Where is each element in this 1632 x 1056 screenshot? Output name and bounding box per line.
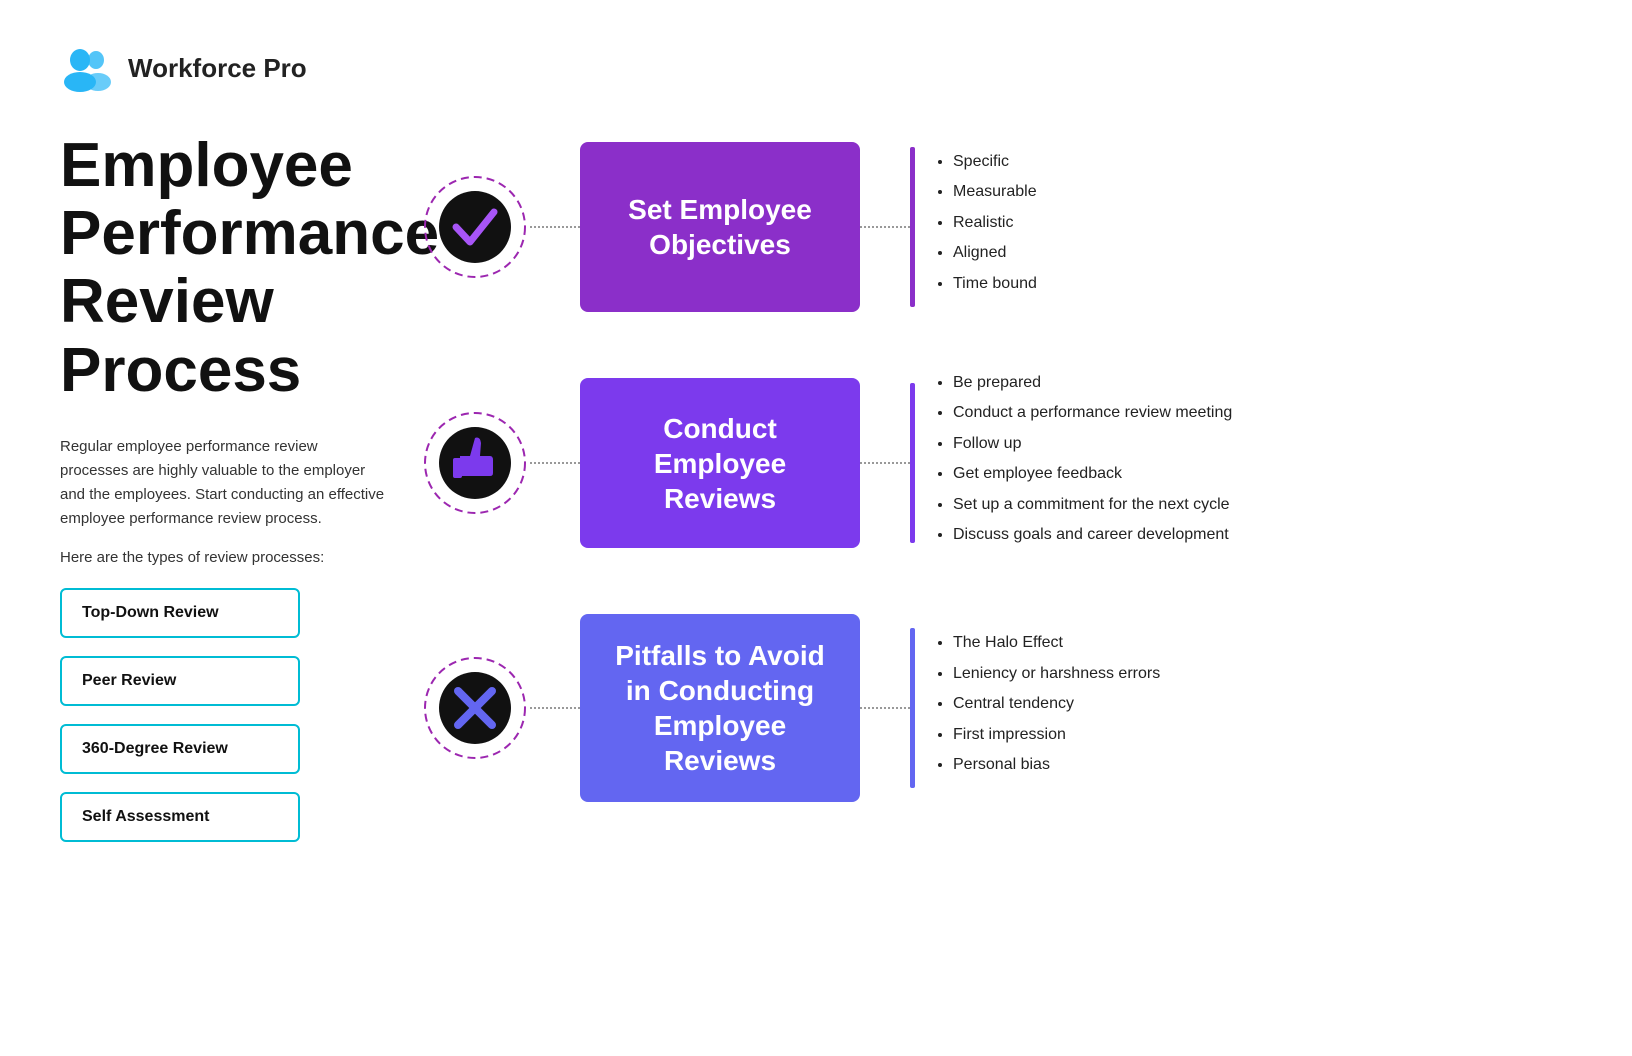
- flow-area: Set Employee Objectives Specific Measura…: [420, 132, 1572, 862]
- self-assessment-button[interactable]: Self Assessment: [60, 792, 300, 842]
- flow-box-label-2: Conduct Employee Reviews: [600, 411, 840, 516]
- list-item: Aligned: [953, 242, 1037, 264]
- list-item: First impression: [953, 724, 1160, 746]
- header: Workforce Pro: [60, 40, 1572, 96]
- content-area: Employee Performance Review Process Regu…: [60, 132, 1572, 862]
- list-item: Be prepared: [953, 372, 1232, 394]
- icon-cross: [420, 653, 530, 763]
- flow-row-2: Conduct Employee Reviews Be prepared Con…: [420, 372, 1572, 554]
- list-item: Leniency or harshness errors: [953, 663, 1160, 685]
- brand-name: Workforce Pro: [128, 53, 307, 84]
- dot-connector-right-1: [860, 226, 910, 228]
- flow-box-2: Conduct Employee Reviews: [580, 378, 860, 548]
- top-down-review-button[interactable]: Top-Down Review: [60, 588, 300, 638]
- list-item: Conduct a performance review meeting: [953, 402, 1232, 424]
- dot-connector-right-2: [860, 462, 910, 464]
- page-title: Employee Performance Review Process: [60, 132, 390, 405]
- logo-icon: [60, 40, 116, 96]
- flow-box-label-1: Set Employee Objectives: [600, 192, 840, 262]
- left-panel: Employee Performance Review Process Regu…: [60, 132, 420, 862]
- accent-bar-3: [910, 628, 915, 788]
- dot-connector-left-2: [530, 462, 580, 464]
- flow-row-3: Pitfalls to Avoid in Conducting Employee…: [420, 614, 1572, 802]
- flow-row-1: Set Employee Objectives Specific Measura…: [420, 142, 1572, 312]
- list-item: Central tendency: [953, 693, 1160, 715]
- list-item: Get employee feedback: [953, 463, 1232, 485]
- list-item: Specific: [953, 151, 1037, 173]
- flow-box-3: Pitfalls to Avoid in Conducting Employee…: [580, 614, 860, 802]
- dot-connector-right-3: [860, 707, 910, 709]
- bullet-list-1: Specific Measurable Realistic Aligned Ti…: [935, 151, 1037, 303]
- peer-review-button[interactable]: Peer Review: [60, 656, 300, 706]
- page: Workforce Pro Employee Performance Revie…: [0, 0, 1632, 1056]
- list-item: Time bound: [953, 273, 1037, 295]
- icon-checkmark: [420, 172, 530, 282]
- accent-bar-2: [910, 383, 915, 543]
- list-item: Discuss goals and career development: [953, 524, 1232, 546]
- flow-box-1: Set Employee Objectives: [580, 142, 860, 312]
- bullet-list-2: Be prepared Conduct a performance review…: [935, 372, 1232, 554]
- bullet-list-3: The Halo Effect Leniency or harshness er…: [935, 632, 1160, 784]
- list-item: The Halo Effect: [953, 632, 1160, 654]
- list-item: Set up a commitment for the next cycle: [953, 494, 1232, 516]
- review-types-label: Here are the types of review processes:: [60, 549, 390, 566]
- list-item: Realistic: [953, 212, 1037, 234]
- icon-thumbsup: [420, 408, 530, 518]
- flow-box-label-3: Pitfalls to Avoid in Conducting Employee…: [600, 638, 840, 778]
- description-1: Regular employee performance review proc…: [60, 435, 390, 531]
- list-item: Measurable: [953, 181, 1037, 203]
- accent-bar-1: [910, 147, 915, 307]
- dot-connector-left-3: [530, 707, 580, 709]
- list-item: Personal bias: [953, 754, 1160, 776]
- dot-connector-left-1: [530, 226, 580, 228]
- 360-degree-review-button[interactable]: 360-Degree Review: [60, 724, 300, 774]
- list-item: Follow up: [953, 433, 1232, 455]
